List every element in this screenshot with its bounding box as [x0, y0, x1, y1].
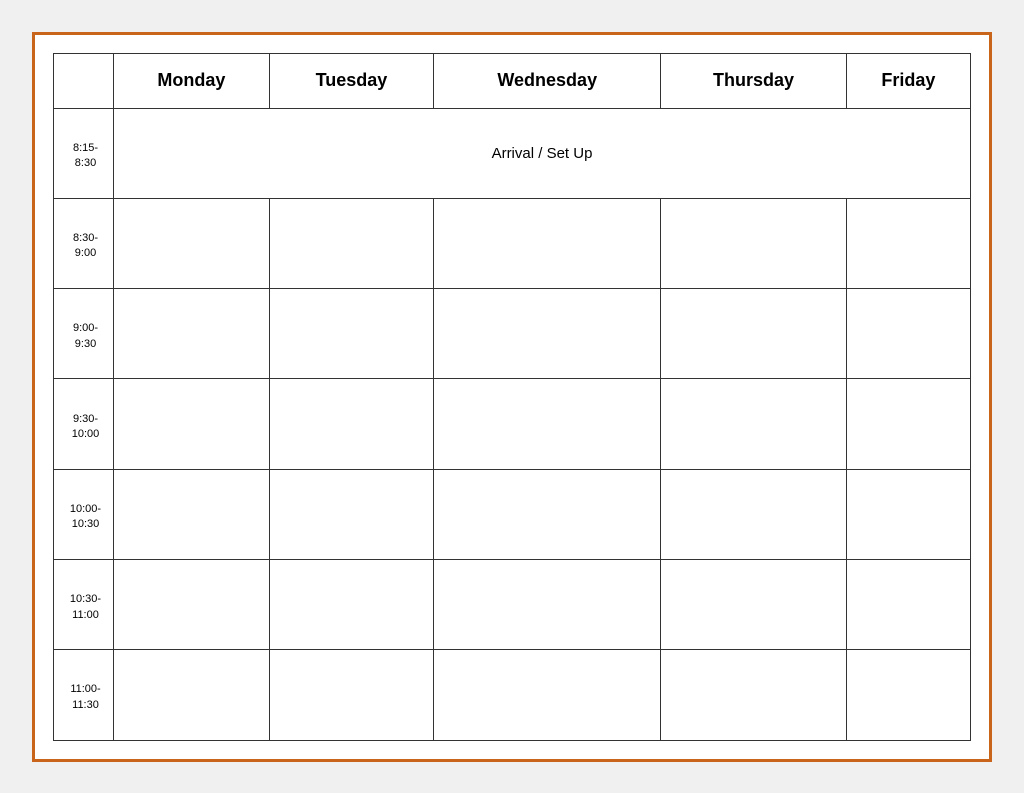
header-friday: Friday [846, 53, 970, 108]
table-row: 8:15-8:30 Arrival / Set Up [54, 108, 971, 198]
schedule-table: Monday Tuesday Wednesday Thursday Friday… [53, 53, 971, 741]
header-wednesday: Wednesday [434, 53, 661, 108]
arrival-cell: Arrival / Set Up [114, 108, 971, 198]
time-cell-4: 10:00-10:30 [54, 469, 114, 559]
cell-thu-4 [661, 469, 846, 559]
cell-wed-1 [434, 198, 661, 288]
cell-tue-5 [269, 559, 433, 649]
cell-mon-5 [114, 559, 270, 649]
time-cell-2: 9:00-9:30 [54, 289, 114, 379]
cell-thu-6 [661, 650, 846, 740]
cell-thu-1 [661, 198, 846, 288]
cell-tue-1 [269, 198, 433, 288]
cell-wed-3 [434, 379, 661, 469]
cell-fri-6 [846, 650, 970, 740]
cell-fri-4 [846, 469, 970, 559]
header-monday: Monday [114, 53, 270, 108]
cell-tue-4 [269, 469, 433, 559]
cell-fri-3 [846, 379, 970, 469]
cell-mon-3 [114, 379, 270, 469]
header-thursday: Thursday [661, 53, 846, 108]
time-cell-1: 8:30-9:00 [54, 198, 114, 288]
cell-tue-6 [269, 650, 433, 740]
header-time [54, 53, 114, 108]
table-row: 10:30-11:00 [54, 559, 971, 649]
cell-mon-1 [114, 198, 270, 288]
cell-wed-5 [434, 559, 661, 649]
time-cell-0: 8:15-8:30 [54, 108, 114, 198]
table-row: 8:30-9:00 [54, 198, 971, 288]
table-row: 10:00-10:30 [54, 469, 971, 559]
table-row: 11:00-11:30 [54, 650, 971, 740]
page-container: Monday Tuesday Wednesday Thursday Friday… [32, 32, 992, 762]
header-tuesday: Tuesday [269, 53, 433, 108]
time-cell-3: 9:30-10:00 [54, 379, 114, 469]
cell-wed-6 [434, 650, 661, 740]
table-row: 9:00-9:30 [54, 289, 971, 379]
cell-thu-3 [661, 379, 846, 469]
time-cell-5: 10:30-11:00 [54, 559, 114, 649]
cell-thu-2 [661, 289, 846, 379]
cell-mon-4 [114, 469, 270, 559]
cell-wed-2 [434, 289, 661, 379]
cell-tue-2 [269, 289, 433, 379]
time-cell-6: 11:00-11:30 [54, 650, 114, 740]
cell-mon-6 [114, 650, 270, 740]
header-row: Monday Tuesday Wednesday Thursday Friday [54, 53, 971, 108]
cell-tue-3 [269, 379, 433, 469]
cell-mon-2 [114, 289, 270, 379]
table-row: 9:30-10:00 [54, 379, 971, 469]
cell-fri-1 [846, 198, 970, 288]
cell-fri-5 [846, 559, 970, 649]
cell-fri-2 [846, 289, 970, 379]
cell-thu-5 [661, 559, 846, 649]
cell-wed-4 [434, 469, 661, 559]
